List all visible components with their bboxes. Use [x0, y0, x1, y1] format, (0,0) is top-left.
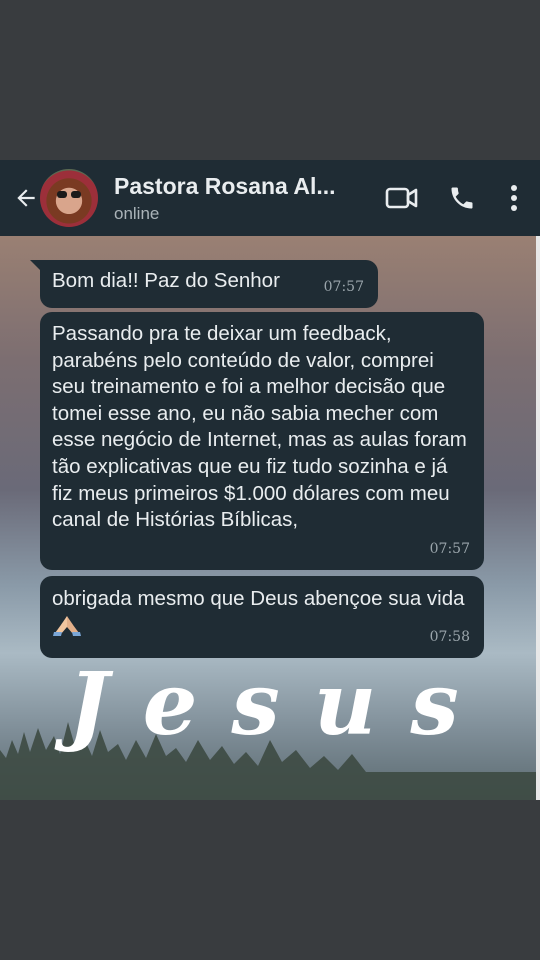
back-button[interactable]: [8, 180, 44, 216]
chat-header: Pastora Rosana Al... online: [0, 160, 540, 236]
video-call-button[interactable]: [382, 180, 422, 216]
more-options-button[interactable]: [502, 180, 526, 216]
contact-status: online: [114, 203, 160, 223]
wallpaper-word: Jesus: [68, 654, 493, 755]
message-time: 07:57: [429, 541, 470, 558]
voice-call-button[interactable]: [444, 180, 480, 216]
bubble-tail: [30, 260, 42, 272]
more-vertical-icon: [511, 185, 517, 211]
avatar[interactable]: [40, 169, 98, 227]
contact-info[interactable]: Pastora Rosana Al... online: [114, 173, 364, 224]
bottom-frame: [0, 800, 540, 960]
folded-hands-icon: [53, 615, 81, 636]
arrow-left-icon: [17, 189, 35, 207]
video-call-icon: [385, 187, 418, 209]
message-time: 07:57: [323, 279, 364, 296]
phone-icon: [451, 187, 473, 209]
message-bubble[interactable]: obrigada mesmo que Deus abençoe sua vida…: [40, 576, 484, 658]
message-text: Passando pra te deixar um feedback, para…: [52, 322, 467, 532]
message-text: obrigada mesmo que Deus abençoe sua vida: [52, 587, 465, 610]
message-time: 07:58: [429, 629, 470, 646]
message-bubble[interactable]: Passando pra te deixar um feedback, para…: [40, 312, 484, 570]
message-text: Bom dia!! Paz do Senhor: [52, 269, 280, 292]
contact-name: Pastora Rosana Al...: [114, 172, 336, 199]
chat-area[interactable]: Jesus Bom dia!! Paz do Senhor 07:57 Pass…: [0, 236, 540, 800]
message-bubble[interactable]: Bom dia!! Paz do Senhor 07:57: [30, 260, 378, 308]
screen-edge: [536, 236, 540, 800]
header-actions: [382, 180, 526, 216]
avatar-glasses: [57, 191, 81, 198]
